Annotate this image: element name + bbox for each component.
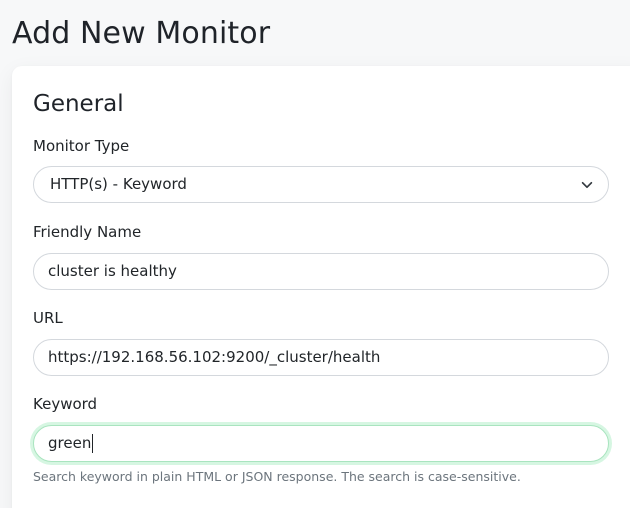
keyword-label: Keyword	[33, 395, 98, 413]
general-card: General Monitor Type HTTP(s) - Keyword F…	[12, 66, 630, 508]
friendly-name-value: cluster is healthy	[48, 262, 177, 280]
friendly-name-input[interactable]: cluster is healthy	[33, 253, 609, 290]
page-title: Add New Monitor	[12, 16, 271, 51]
keyword-value: green	[48, 434, 92, 452]
monitor-type-select[interactable]: HTTP(s) - Keyword	[33, 166, 609, 203]
section-title-general: General	[33, 91, 124, 117]
add-monitor-page: Add New Monitor General Monitor Type HTT…	[0, 0, 630, 508]
keyword-input[interactable]: green	[33, 425, 609, 462]
chevron-down-icon	[581, 181, 593, 188]
monitor-type-label: Monitor Type	[33, 137, 130, 155]
url-label: URL	[33, 309, 63, 327]
url-input[interactable]: https://192.168.56.102:9200/_cluster/hea…	[33, 339, 609, 376]
monitor-type-value: HTTP(s) - Keyword	[50, 175, 187, 193]
text-caret	[92, 434, 94, 453]
friendly-name-label: Friendly Name	[33, 223, 142, 241]
keyword-help-text: Search keyword in plain HTML or JSON res…	[33, 469, 521, 484]
url-value: https://192.168.56.102:9200/_cluster/hea…	[48, 348, 381, 366]
